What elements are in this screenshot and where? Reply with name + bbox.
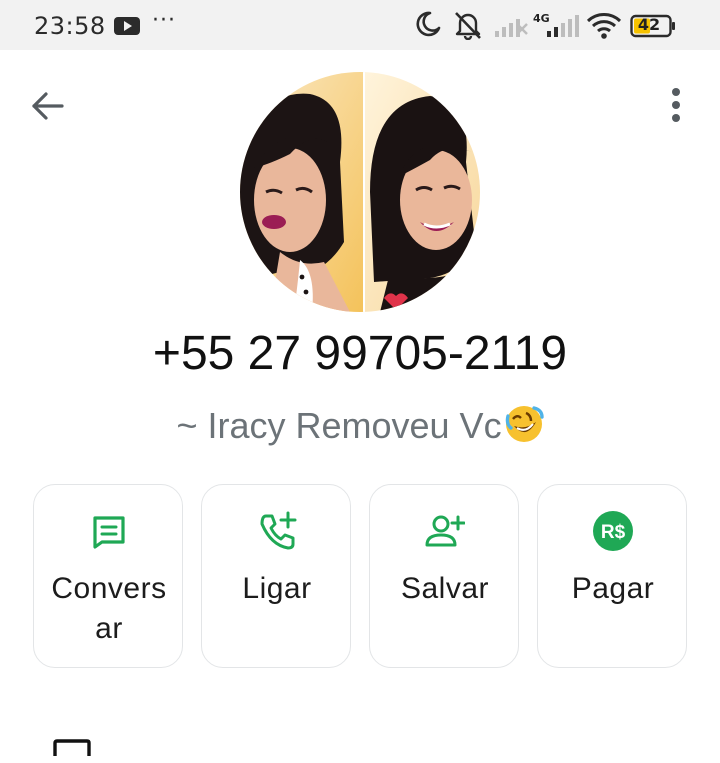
battery-icon: 42 bbox=[630, 14, 676, 38]
more-vert-icon bbox=[672, 88, 680, 122]
more-options-button[interactable] bbox=[660, 84, 692, 128]
profile-photo[interactable] bbox=[240, 72, 480, 312]
bell-muted-icon bbox=[452, 10, 484, 45]
youtube-icon bbox=[114, 17, 140, 40]
phone-add-icon bbox=[260, 511, 297, 550]
chat-button-label: Convers ar bbox=[51, 572, 167, 645]
profile-photo-image bbox=[240, 72, 480, 312]
pay-icon-text: R$ bbox=[601, 522, 626, 543]
chat-button[interactable]: Convers ar bbox=[33, 484, 183, 668]
brl-payment-icon: R$ bbox=[593, 511, 633, 551]
rofl-emoji-icon bbox=[504, 404, 544, 453]
contact-about-text: ~ Iracy Removeu Vc bbox=[176, 405, 502, 446]
more-notifications-icon: ··· bbox=[152, 8, 176, 33]
pay-button[interactable]: R$ Pagar bbox=[537, 484, 687, 668]
status-time: 23:58 bbox=[34, 12, 106, 40]
save-contact-button[interactable]: Salvar bbox=[369, 484, 519, 668]
arrow-left-icon bbox=[32, 92, 64, 120]
moon-icon bbox=[414, 10, 442, 43]
back-button[interactable] bbox=[28, 86, 68, 126]
wifi-icon bbox=[586, 12, 622, 45]
next-row-icon bbox=[52, 738, 92, 763]
message-icon bbox=[93, 516, 125, 549]
person-add-icon bbox=[425, 515, 465, 547]
call-button[interactable]: Ligar bbox=[201, 484, 351, 668]
status-bar: 23:58 ··· 4G 42 bbox=[0, 0, 720, 50]
call-button-label: Ligar bbox=[242, 572, 312, 605]
save-contact-button-label: Salvar bbox=[400, 572, 490, 605]
contact-about-line: ~ Iracy Removeu Vc bbox=[0, 404, 720, 453]
signal-off-icon bbox=[494, 14, 528, 43]
battery-level: 42 bbox=[637, 15, 661, 34]
contact-phone-number: +55 27 99705-2119 bbox=[152, 327, 568, 380]
signal-icon bbox=[546, 14, 580, 43]
pay-button-label: Pagar bbox=[571, 572, 655, 605]
